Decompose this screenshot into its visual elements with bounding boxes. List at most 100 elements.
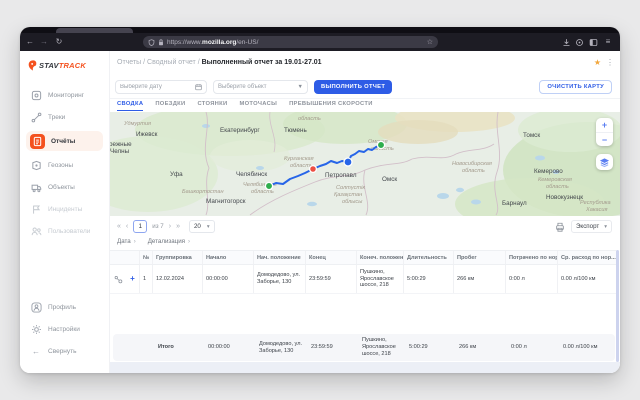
svg-text:Кемерово: Кемерово xyxy=(534,168,563,175)
sidebar-item-label: Настройки xyxy=(48,326,80,333)
sidebar-item-reports[interactable]: Отчёты xyxy=(26,131,103,151)
sidebar: STAVTRACK Мониторинг Треки xyxy=(20,51,110,373)
table-scrollbar[interactable] xyxy=(616,250,619,362)
map[interactable]: Ижевск бережные Челны Екатеринбург Тюмен… xyxy=(110,112,620,216)
svg-text:облысы: облысы xyxy=(342,199,362,205)
browser-window: ← → ↻ https://www.mozilla.org/en-US/ ☆ xyxy=(20,27,620,373)
svg-text:Новокузнецк: Новокузнецк xyxy=(546,194,583,201)
date-input[interactable] xyxy=(120,84,192,90)
page-count-label: из 7 xyxy=(152,223,163,230)
route-stop-marker[interactable] xyxy=(310,166,317,173)
col-avg: Ср. расход по нор... xyxy=(557,251,616,264)
table-total-row: Итого 00:00:00 Домодедово, ул. Заборье, … xyxy=(113,334,615,361)
svg-text:Екатеринбург: Екатеринбург xyxy=(220,126,260,134)
expand-row-button[interactable]: + xyxy=(126,265,139,293)
sidebar-item-tracks[interactable]: Треки xyxy=(26,109,103,125)
svg-text:Хакасия: Хакасия xyxy=(585,207,608,213)
page-size-value: 20 xyxy=(194,223,201,230)
sidebar-item-label: Треки xyxy=(48,114,65,121)
route-start-marker[interactable] xyxy=(265,182,272,189)
cell-start-loc: Домодедово, ул. Заборье, 130 xyxy=(253,265,305,293)
run-report-button[interactable]: ВЫПОЛНИТЬ ОТЧЕТ xyxy=(314,80,392,94)
url-bar[interactable]: https://www.mozilla.org/en-US/ ☆ xyxy=(143,36,438,48)
report-tabs: СВОДКА ПОЕЗДКИ СТОЯНКИ МОТОЧАСЫ ПРЕВЫШЕН… xyxy=(117,101,373,111)
svg-text:Удмуртия: Удмуртия xyxy=(123,121,151,127)
breadcrumb-path[interactable]: Отчеты / Сводный отчет / xyxy=(117,59,202,66)
back-icon[interactable]: ← xyxy=(24,37,36,47)
total-end-loc: Пушкино, Ярославское шоссе, 218 xyxy=(359,334,406,361)
first-page-button[interactable]: « xyxy=(117,223,121,230)
sidebar-item-geozones[interactable]: Геозоны xyxy=(26,157,103,173)
svg-text:Томск: Томск xyxy=(523,132,540,139)
desktop: ← → ↻ https://www.mozilla.org/en-US/ ☆ xyxy=(0,0,640,400)
sidebar-item-incidents[interactable]: Инциденты xyxy=(26,201,103,217)
group-by-date[interactable]: Дата› xyxy=(117,238,136,245)
object-select[interactable]: Выберите объект ▼ xyxy=(213,80,308,94)
total-duration: 5:00:29 xyxy=(406,334,456,361)
svg-text:область: область xyxy=(298,116,321,122)
more-menu-icon[interactable]: ⋮ xyxy=(606,58,614,67)
export-select[interactable]: Экспорт ▾ xyxy=(571,220,612,233)
extensions-icon[interactable] xyxy=(575,37,584,47)
forward-icon[interactable]: → xyxy=(38,37,50,47)
prev-page-button[interactable]: ‹ xyxy=(126,223,128,230)
sidebar-item-objects[interactable]: Объекты xyxy=(26,179,103,195)
cell-mileage: 266 км xyxy=(453,265,505,293)
svg-text:Республика: Республика xyxy=(580,200,611,206)
favorite-star-icon[interactable]: ★ xyxy=(594,58,601,67)
svg-text:Барнаул: Барнаул xyxy=(502,200,527,207)
sidebar-item-profile[interactable]: Профиль xyxy=(26,299,103,315)
next-page-button[interactable]: › xyxy=(169,223,171,230)
date-field[interactable] xyxy=(115,80,207,94)
svg-text:Омск: Омск xyxy=(382,176,397,183)
tab-trips[interactable]: ПОЕЗДКИ xyxy=(155,101,185,111)
download-icon[interactable] xyxy=(562,37,571,47)
tab-engine-hours[interactable]: МОТОЧАСЫ xyxy=(239,101,277,111)
current-page-input[interactable]: 1 xyxy=(133,220,147,233)
clear-map-button[interactable]: ОЧИСТИТЬ КАРТУ xyxy=(539,80,612,94)
sidebar-item-settings[interactable]: Настройки xyxy=(26,321,103,337)
objects-icon xyxy=(30,181,42,193)
svg-text:Новосибирская: Новосибирская xyxy=(452,161,492,167)
route-point-marker[interactable] xyxy=(344,158,352,166)
cell-num: 1 xyxy=(139,265,152,293)
route-end-marker[interactable] xyxy=(377,141,384,148)
page-title: Выполненный отчет за 19.01-27.01 xyxy=(202,59,322,66)
app-logo[interactable]: STAVTRACK xyxy=(20,51,109,75)
svg-text:Солтүстік: Солтүстік xyxy=(336,185,365,191)
svg-text:область: область xyxy=(546,184,569,190)
group-by-detail[interactable]: Детализация› xyxy=(148,238,190,245)
page-size-select[interactable]: 20 ▾ xyxy=(189,220,215,233)
lock-icon xyxy=(158,39,164,46)
col-expand xyxy=(126,251,139,264)
total-spent: 0:00 л xyxy=(508,334,560,361)
sidebar-item-users[interactable]: Пользователи xyxy=(26,223,103,239)
sidebar-toggle-icon[interactable] xyxy=(589,37,598,47)
tab-summary[interactable]: СВОДКА xyxy=(117,101,143,111)
sidebar-item-label: Геозоны xyxy=(48,162,73,169)
table-row[interactable]: + 1 12.02.2024 00:00:00 Домодедово, ул. … xyxy=(110,265,616,294)
bookmark-star-icon[interactable]: ☆ xyxy=(427,38,433,46)
zoom-in-button[interactable]: + xyxy=(596,118,613,132)
incidents-icon xyxy=(30,203,42,215)
group-label: Дата xyxy=(117,238,131,245)
cell-end: 23:59:59 xyxy=(305,265,356,293)
menu-icon[interactable]: ≡ xyxy=(602,37,614,47)
show-track-icon[interactable] xyxy=(110,265,126,293)
shield-icon[interactable] xyxy=(148,39,155,46)
sidebar-collapse[interactable]: ← Свернуть xyxy=(26,343,103,359)
sidebar-item-monitoring[interactable]: Мониторинг xyxy=(26,87,103,103)
total-mileage: 266 км xyxy=(456,334,508,361)
pagination: « ‹ 1 из 7 › » 20 ▾ xyxy=(117,220,215,233)
zoom-out-button[interactable]: − xyxy=(596,132,613,146)
map-layers-button[interactable] xyxy=(596,154,613,170)
tab-stops[interactable]: СТОЯНКИ xyxy=(197,101,227,111)
cell-start: 00:00:00 xyxy=(202,265,253,293)
last-page-button[interactable]: » xyxy=(176,223,180,230)
reload-icon[interactable]: ↻ xyxy=(53,37,65,47)
grouping-row: Дата› Детализация› xyxy=(117,238,190,245)
print-icon[interactable] xyxy=(555,222,565,232)
map-canvas: Ижевск бережные Челны Екатеринбург Тюмен… xyxy=(110,112,620,216)
tab-speed-violations[interactable]: ПРЕВЫШЕНИЯ СКОРОСТИ xyxy=(289,101,373,111)
col-mileage: Пробег xyxy=(453,251,505,264)
